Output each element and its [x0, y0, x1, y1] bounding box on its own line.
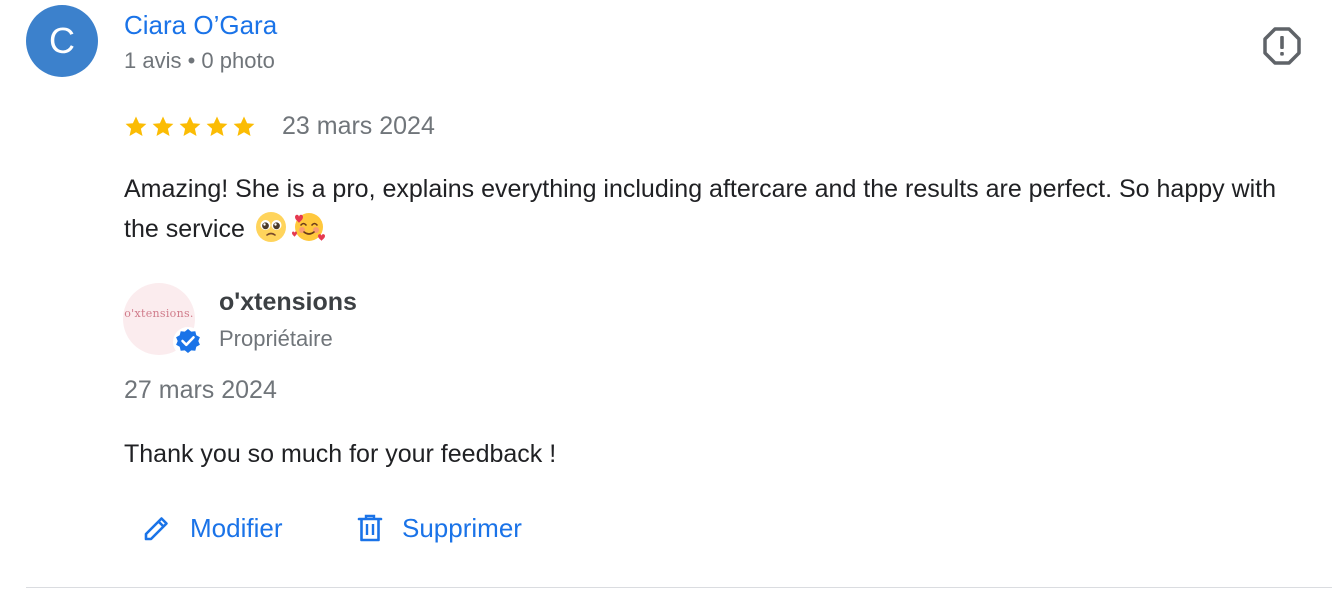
rating-row: 23 mars 2024 — [124, 112, 435, 141]
owner-logo[interactable]: o'xtensions. — [123, 283, 203, 357]
star-icon — [233, 116, 255, 136]
reviewer-name[interactable]: Ciara O’Gara — [124, 10, 277, 41]
report-icon[interactable] — [1262, 26, 1302, 66]
star-icon — [125, 116, 147, 136]
delete-reply-label: Supprimer — [402, 512, 522, 543]
smiling-face-with-hearts-emoji — [291, 211, 327, 255]
pleading-face-emoji — [255, 211, 287, 255]
verified-badge-icon — [172, 326, 204, 358]
review-text: Amazing! She is a pro, explains everythi… — [124, 169, 1314, 255]
star-icon — [152, 116, 174, 136]
star-rating — [124, 115, 256, 139]
owner-logo-text: o'xtensions. — [124, 307, 194, 320]
review-date: 23 mars 2024 — [282, 112, 435, 140]
edit-reply-label: Modifier — [190, 512, 283, 543]
reviewer-meta: 1 avis • 0 photo — [124, 48, 275, 73]
star-icon — [179, 116, 201, 136]
edit-reply-button[interactable]: Modifier — [142, 508, 282, 548]
delete-reply-button[interactable]: Supprimer — [356, 508, 522, 548]
reply-date: 27 mars 2024 — [124, 376, 277, 404]
divider — [26, 587, 1332, 588]
owner-role: Propriétaire — [219, 326, 333, 351]
pencil-icon — [144, 517, 168, 541]
owner-name: o'xtensions — [219, 288, 357, 316]
reply-text: Thank you so much for your feedback ! — [124, 440, 557, 468]
star-icon — [206, 116, 228, 136]
review-card: C Ciara O’Gara 1 avis • 0 photo 23 mars … — [0, 0, 1340, 598]
reviewer-avatar[interactable]: C — [26, 5, 98, 77]
trash-icon — [357, 514, 383, 542]
